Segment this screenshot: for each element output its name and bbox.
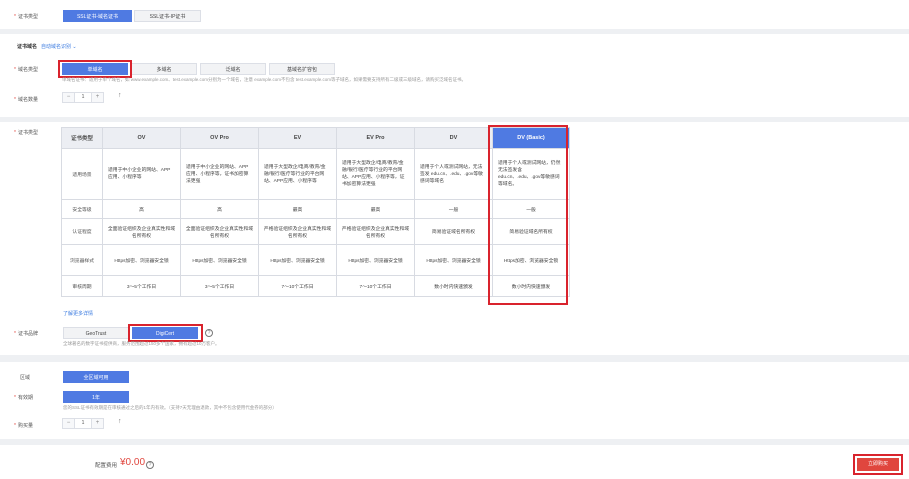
auth-dv-basic[interactable]: 简易验证域名所有权 [492, 218, 570, 245]
domain-count-plus[interactable]: + [92, 93, 103, 102]
row-header-browser: 浏览器样式 [61, 244, 103, 276]
col-ov[interactable]: OV [102, 127, 181, 149]
col-dv[interactable]: DV [414, 127, 493, 149]
region-all[interactable]: 全区域可用 [63, 371, 129, 383]
security-dv-basic[interactable]: 一般 [492, 199, 570, 219]
brand-label: * 证书品牌 [14, 331, 38, 337]
row-header-scene: 适用场景 [61, 148, 103, 200]
col-ev-pro[interactable]: EV Pro [336, 127, 415, 149]
domain-section-title: 证书域名 [17, 44, 38, 50]
domain-type-hint: 单域名证书：适用于单个域名，如 www.example.com、test.exa… [62, 77, 467, 82]
security-dv[interactable]: 一般 [414, 199, 493, 219]
period-ev-pro[interactable]: 7～10个工作日 [336, 275, 415, 297]
validity-hint: 您的SSL证书有效期是在审核通过之后的1年内有效。（支持7天无理由退款，其中不包… [63, 405, 277, 410]
domain-type-expansion[interactable]: 基域名扩容包 [269, 63, 335, 75]
auth-dv[interactable]: 简易验证域名所有权 [414, 218, 493, 245]
cost-label: 配置费用 [95, 463, 118, 469]
row-header-period: 审核周期 [61, 275, 103, 297]
period-dv-basic[interactable]: 数小时内快速颁发 [492, 275, 570, 297]
validity-1-year[interactable]: 1年 [63, 391, 129, 403]
col-dv-basic[interactable]: DV (Basic) [492, 127, 570, 149]
period-ov-pro[interactable]: 3～5个工作日 [180, 275, 259, 297]
more-details-link[interactable]: 了解更多详情 [63, 310, 93, 317]
scene-ov-pro[interactable]: 适用于中小企业的网站、APP应用、小程序等，证书加密算法更强 [180, 148, 259, 200]
brand-digicert[interactable]: DigiCert [132, 327, 198, 339]
scene-dv-basic[interactable]: 适用于个人或测试网站，仍然无法签发含 edu.cn、.edu、.gov等敏感词等… [492, 148, 570, 200]
cert-type-label: * 证书类型 [14, 14, 38, 20]
domain-count-step-icon: ↑ [118, 92, 122, 99]
domain-type-wildcard[interactable]: 泛域名 [200, 63, 266, 75]
domain-type-multi[interactable]: 多域名 [131, 63, 197, 75]
period-dv[interactable]: 数小时内快速颁发 [414, 275, 493, 297]
quantity-label: * 购买量 [14, 423, 33, 429]
domain-count-label: * 域名数量 [14, 97, 38, 103]
auth-ev-pro[interactable]: 严格验证组织及企业真实性和域名所有权 [336, 218, 415, 245]
domain-count-input[interactable]: 1 [74, 93, 92, 102]
scene-ev-pro[interactable]: 适用于大型政企/电商/教育/金融/银行/医疗等行业的平台网站、APP应用、小程序… [336, 148, 415, 200]
quantity-input[interactable]: 1 [74, 419, 92, 428]
row-header-type: 证书类型 [61, 127, 103, 149]
option-ip-cert[interactable]: SSL证书-IP证书 [134, 10, 201, 22]
quantity-minus[interactable]: − [63, 419, 74, 428]
brand-hint: 全球著名的数字证书提供商，服务范围超过150多个国家，拥有超过10万客户。 [63, 341, 220, 346]
brand-geotrust[interactable]: GeoTrust [63, 327, 129, 339]
cert-type-panel: * 证书类型 SSL证书-域名证书 SSL证书-IP证书 [0, 0, 909, 29]
row-header-auth: 认证程度 [61, 218, 103, 245]
period-ov[interactable]: 3～5个工作日 [102, 275, 181, 297]
security-ev-pro[interactable]: 最高 [336, 199, 415, 219]
validity-label: * 有效期 [14, 395, 33, 401]
scene-ov[interactable]: 适用于中小企业的网站、APP应用、小程序等 [102, 148, 181, 200]
auth-ov-pro[interactable]: 全面验证组织及企业真实性和域名所有权 [180, 218, 259, 245]
domain-type-single[interactable]: 单域名 [62, 63, 128, 75]
auth-ev[interactable]: 严格验证组织及企业真实性和域名所有权 [258, 218, 337, 245]
purchase-panel: 区域 全区域可用 * 有效期 1年 您的SSL证书有效期是在审核通过之后的1年内有… [0, 362, 909, 439]
option-domain-cert[interactable]: SSL证书-域名证书 [63, 10, 132, 22]
chevron-down-icon: ⌄ [72, 44, 77, 50]
browser-dv[interactable]: Https加密、浏览器安全锁 [414, 244, 493, 276]
cert-level-label: * 证书类型 [14, 130, 38, 136]
browser-ov-pro[interactable]: Https加密、浏览器安全锁 [180, 244, 259, 276]
region-label: 区域 [20, 375, 31, 381]
browser-ev[interactable]: Https加密、浏览器安全锁 [258, 244, 337, 276]
security-ov-pro[interactable]: 高 [180, 199, 259, 219]
browser-ev-pro[interactable]: Https加密、浏览器安全锁 [336, 244, 415, 276]
quantity-stepper: − 1 + [62, 418, 104, 429]
price-value: ¥0.00 [120, 457, 146, 468]
col-ov-pro[interactable]: OV Pro [180, 127, 259, 149]
quantity-plus[interactable]: + [92, 419, 103, 428]
domain-panel: 证书域名 自动域名识别 ⌄ * 域名类型 单域名 多域名 泛域名 基域名扩容包 单… [0, 34, 909, 117]
auth-ov[interactable]: 全面验证组织及企业真实性和域名所有权 [102, 218, 181, 245]
cert-comparison-table: 证书类型 OV OV Pro EV EV Pro DV DV (Basic) 适… [61, 127, 570, 297]
footer-bar: 配置费用 ¥0.00 ? 立即购买 [0, 445, 909, 479]
security-ev[interactable]: 最高 [258, 199, 337, 219]
auto-identify-link[interactable]: 自动域名识别 ⌄ [41, 43, 77, 50]
domain-count-minus[interactable]: − [63, 93, 74, 102]
quantity-step-icon: ↑ [118, 418, 122, 425]
buy-now-button[interactable]: 立即购买 [857, 458, 899, 471]
domain-count-stepper: − 1 + [62, 92, 104, 103]
price-help-icon[interactable]: ? [146, 461, 154, 469]
col-ev[interactable]: EV [258, 127, 337, 149]
browser-ov[interactable]: Https加密、浏览器安全锁 [102, 244, 181, 276]
scene-ev[interactable]: 适用于大型政企/电商/教育/金融/银行/医疗等行业的平台网站、APP应用、小程序… [258, 148, 337, 200]
row-header-security: 安全等级 [61, 199, 103, 219]
period-ev[interactable]: 7～10个工作日 [258, 275, 337, 297]
domain-type-label: * 域名类型 [14, 67, 38, 73]
browser-dv-basic[interactable]: Https加密、浏览器安全锁 [492, 244, 570, 276]
security-ov[interactable]: 高 [102, 199, 181, 219]
brand-help-icon[interactable]: ? [205, 329, 213, 337]
scene-dv[interactable]: 适用于个人或测试网站，无法签发 edu.cn、.edu、.gov等敏感词等域名 [414, 148, 493, 200]
